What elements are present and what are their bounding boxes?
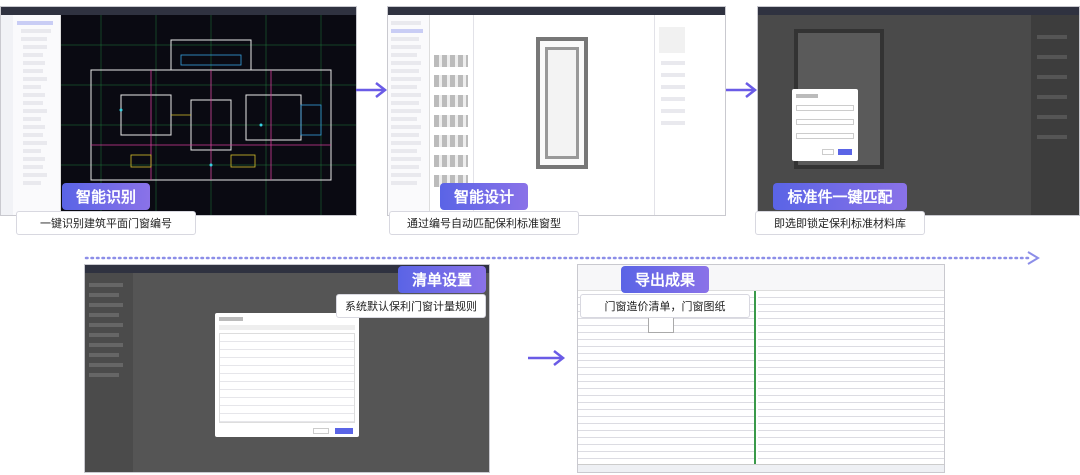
workflow-collage: 智能识别 一键识别建筑平面门窗编号 智能设计 通过编号自动匹配保利标准窗型 标准…	[0, 0, 1080, 475]
rules-dialog[interactable]	[215, 313, 359, 437]
step4-caption: 清单设置 系统默认保利门窗计量规则	[306, 266, 486, 318]
cancel-button[interactable]	[313, 428, 329, 434]
step3-caption: 标准件一键匹配 即选即锁定保利标准材料库	[755, 183, 925, 235]
step2-caption: 智能设计 通过编号自动匹配保利标准窗型	[389, 183, 579, 235]
dimmed-sidebar	[85, 273, 133, 472]
window-titlebar	[388, 7, 725, 15]
arrow-right-icon	[356, 82, 388, 98]
window-titlebar	[758, 7, 1079, 15]
left-nav-rail	[1, 15, 13, 215]
sheet-tabs[interactable]	[578, 464, 944, 472]
confirm-button[interactable]	[335, 428, 353, 434]
step1-subtitle: 一键识别建筑平面门窗编号	[16, 211, 196, 235]
property-panel[interactable]	[654, 15, 725, 215]
right-sheet[interactable]	[758, 291, 944, 464]
step3-title: 标准件一键匹配	[773, 183, 907, 210]
cancel-button[interactable]	[822, 149, 834, 155]
arrow-right-icon	[528, 350, 566, 366]
step3-subtitle: 即选即锁定保利标准材料库	[755, 211, 925, 235]
select-standard-dialog[interactable]	[792, 89, 858, 161]
step5-title: 导出成果	[620, 266, 709, 293]
step2-title: 智能设计	[439, 183, 528, 210]
step5-caption: 导出成果 门窗造价清单，门窗图纸	[580, 266, 750, 318]
step4-title: 清单设置	[397, 266, 486, 293]
window-drawing	[536, 37, 588, 169]
step4-subtitle: 系统默认保利门窗计量规则	[336, 294, 486, 318]
step2-subtitle: 通过编号自动匹配保利标准窗型	[389, 211, 579, 235]
confirm-button[interactable]	[838, 149, 852, 155]
step1-caption: 智能识别 一键识别建筑平面门窗编号	[16, 183, 196, 235]
arrow-right-icon	[726, 82, 758, 98]
dimmed-property-panel	[1031, 15, 1079, 215]
window-titlebar	[1, 7, 356, 15]
step1-title: 智能识别	[61, 183, 150, 210]
step5-subtitle: 门窗造价清单，门窗图纸	[580, 294, 750, 318]
